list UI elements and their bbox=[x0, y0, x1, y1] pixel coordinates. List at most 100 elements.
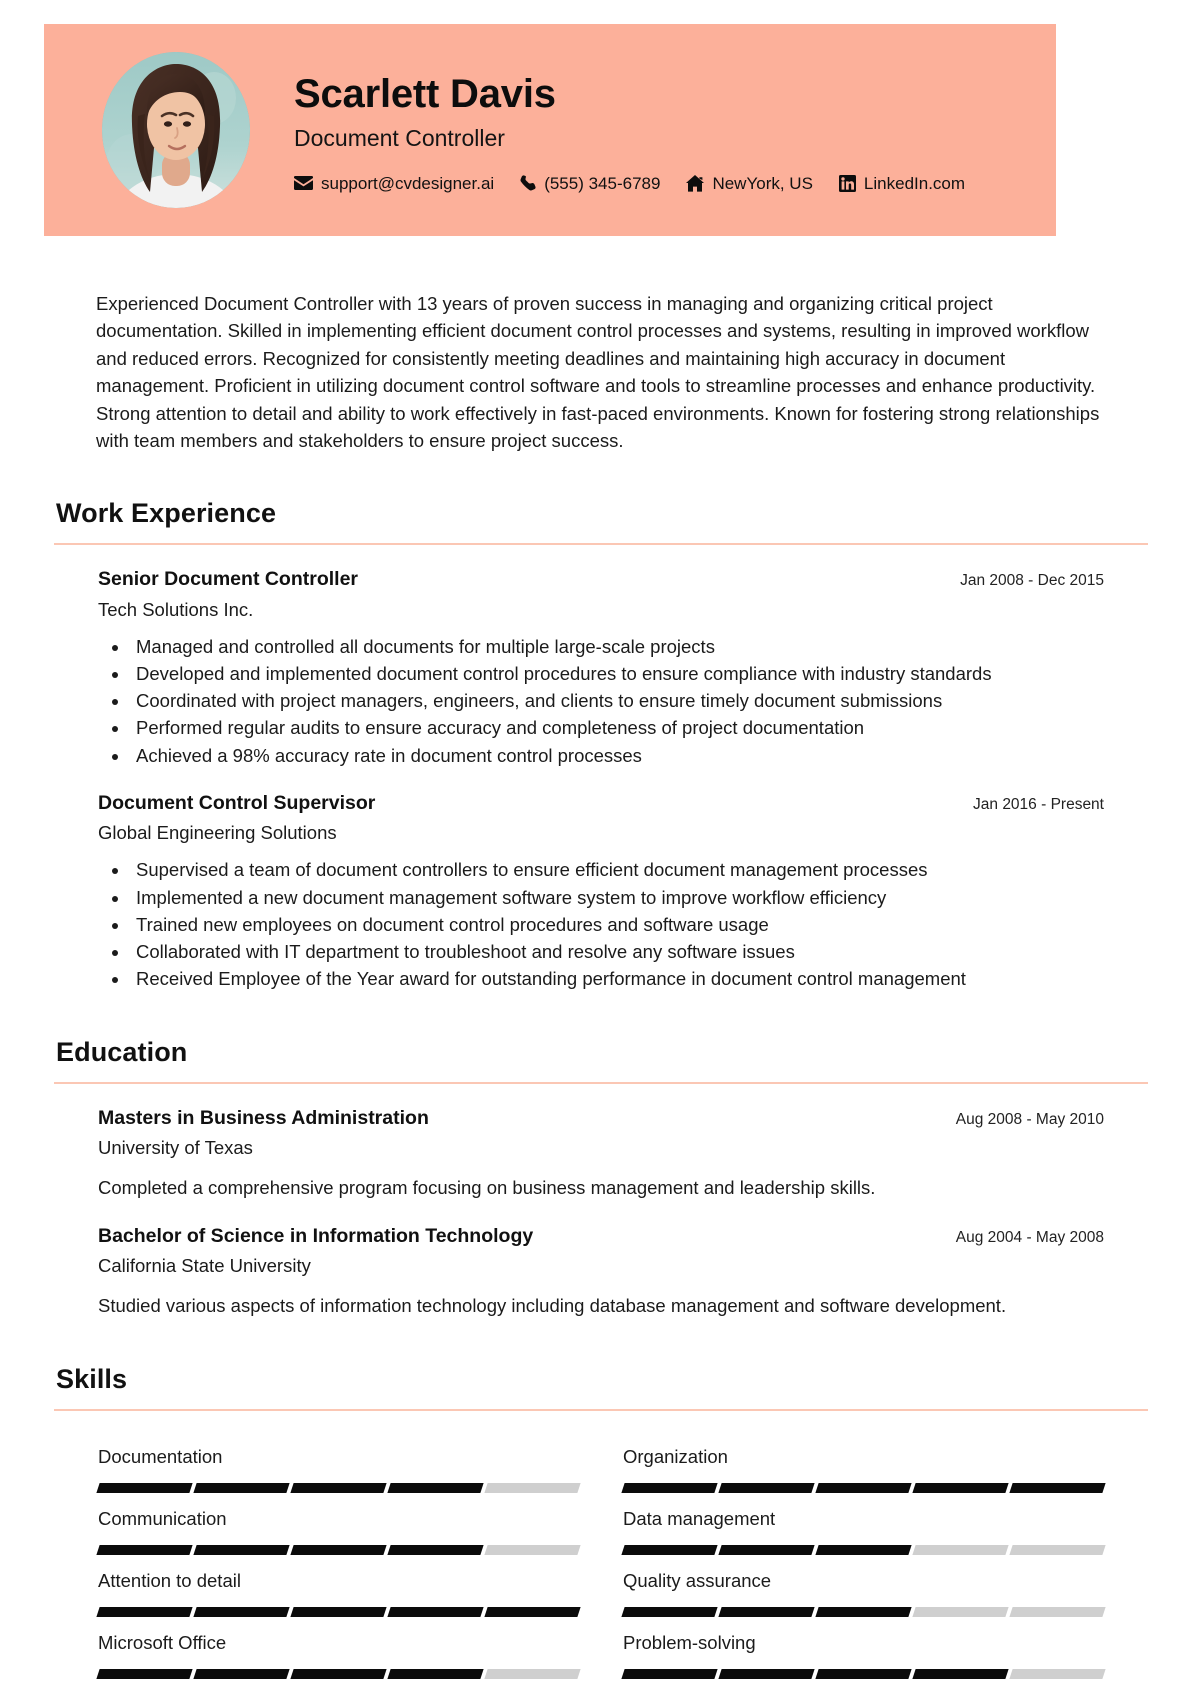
skill-item: Communication bbox=[96, 1493, 581, 1556]
work-entry-role: Senior Document Controller bbox=[98, 568, 359, 591]
resume-header: Scarlett Davis Document Controller suppo… bbox=[44, 24, 1056, 236]
education-entry-header: Masters in Business Administration Aug 2… bbox=[98, 1106, 1104, 1130]
skill-level-segment bbox=[718, 1607, 815, 1618]
work-entry-bullets: Managed and controlled all documents for… bbox=[98, 634, 1104, 769]
job-title: Document Controller bbox=[294, 125, 505, 152]
envelope-icon bbox=[294, 176, 313, 191]
skill-level-segment bbox=[290, 1669, 387, 1680]
skill-item: Data management bbox=[621, 1493, 1106, 1556]
skill-level-segment bbox=[815, 1483, 912, 1494]
work-entry: Senior Document Controller Jan 2008 - De… bbox=[54, 567, 1148, 769]
skill-level-segment bbox=[621, 1607, 718, 1618]
skill-level-segment bbox=[387, 1607, 484, 1618]
education-entry-description: Completed a comprehensive program focusi… bbox=[98, 1177, 876, 1199]
skill-level-segment bbox=[815, 1607, 912, 1618]
section-work-experience: Work Experience Senior Document Controll… bbox=[44, 498, 1156, 993]
contact-phone-label: (555) 345-6789 bbox=[544, 173, 661, 193]
skill-level-segment bbox=[815, 1669, 912, 1680]
skill-level-bar bbox=[621, 1545, 1106, 1556]
work-entry-bullets: Supervised a team of document controller… bbox=[98, 857, 1104, 992]
page-title: Scarlett Davis bbox=[294, 72, 556, 117]
work-entry-header: Document Control Supervisor Jan 2016 - P… bbox=[98, 791, 1104, 815]
home-icon bbox=[686, 174, 705, 192]
skill-level-segment bbox=[484, 1483, 581, 1494]
skill-level-segment bbox=[387, 1669, 484, 1680]
skill-name: Quality assurance bbox=[623, 1570, 772, 1592]
skill-level-segment bbox=[96, 1669, 193, 1680]
education-entry-date: Aug 2008 - May 2010 bbox=[955, 1110, 1104, 1128]
skill-level-bar bbox=[621, 1483, 1106, 1494]
education-entry-degree: Masters in Business Administration bbox=[98, 1106, 429, 1129]
skill-level-segment bbox=[1009, 1483, 1106, 1494]
work-entry-organization: Global Engineering Solutions bbox=[98, 822, 337, 844]
skill-name: Documentation bbox=[98, 1446, 223, 1468]
skill-level-segment bbox=[193, 1669, 290, 1680]
skill-level-segment bbox=[96, 1545, 193, 1556]
list-item: Coordinated with project managers, engin… bbox=[130, 688, 1104, 714]
list-item: Achieved a 98% accuracy rate in document… bbox=[130, 743, 1104, 769]
skills-grid: Documentation Organization Communication Da… bbox=[54, 1431, 1148, 1680]
skill-level-segment bbox=[96, 1607, 193, 1618]
contact-email[interactable]: support@cvdesigner.ai bbox=[294, 175, 494, 192]
linkedin-icon bbox=[838, 174, 856, 192]
skill-item: Microsoft Office bbox=[96, 1617, 581, 1680]
work-entry-role: Document Control Supervisor bbox=[98, 792, 376, 814]
education-entry-school: California State University bbox=[98, 1255, 311, 1277]
work-entry-header: Senior Document Controller Jan 2008 - De… bbox=[98, 567, 1104, 591]
skill-level-segment bbox=[621, 1545, 718, 1556]
skill-item: Quality assurance bbox=[621, 1555, 1106, 1618]
skill-name: Data management bbox=[623, 1508, 776, 1530]
skill-level-segment bbox=[387, 1545, 484, 1556]
contact-linkedin-label: LinkedIn.com bbox=[863, 173, 966, 193]
education-entry: Masters in Business Administration Aug 2… bbox=[54, 1106, 1148, 1202]
work-entry-date: Jan 2008 - Dec 2015 bbox=[960, 572, 1104, 590]
skill-level-bar bbox=[96, 1545, 581, 1556]
skill-item: Documentation bbox=[96, 1431, 581, 1494]
skill-name: Organization bbox=[623, 1446, 728, 1468]
list-item: Received Employee of the Year award for … bbox=[130, 966, 1104, 992]
skill-name: Attention to detail bbox=[98, 1570, 241, 1592]
skill-item: Organization bbox=[621, 1431, 1106, 1494]
list-item: Implemented a new document management so… bbox=[130, 885, 1104, 911]
contact-linkedin[interactable]: LinkedIn.com bbox=[838, 173, 966, 193]
skill-level-segment bbox=[1009, 1545, 1106, 1556]
header-text-block: Scarlett Davis Document Controller suppo… bbox=[294, 68, 1056, 193]
list-item: Trained new employees on document contro… bbox=[130, 912, 1104, 938]
work-entry-date: Jan 2016 - Present bbox=[973, 796, 1104, 813]
contact-row: support@cvdesigner.ai (555) 345-6789 New… bbox=[294, 173, 1056, 193]
skill-level-segment bbox=[718, 1545, 815, 1556]
skill-level-bar bbox=[621, 1607, 1106, 1618]
section-divider bbox=[54, 1409, 1148, 1412]
work-entry: Document Control Supervisor Jan 2016 - P… bbox=[54, 791, 1148, 993]
skill-level-segment bbox=[193, 1607, 290, 1618]
resume-page: Scarlett Davis Document Controller suppo… bbox=[0, 0, 1200, 1684]
list-item: Collaborated with IT department to troub… bbox=[130, 939, 1104, 965]
section-skills: Skills Documentation Organization Communic… bbox=[44, 1364, 1156, 1680]
section-divider bbox=[54, 543, 1148, 546]
skill-level-bar bbox=[621, 1669, 1106, 1680]
skill-level-segment bbox=[912, 1607, 1009, 1618]
list-item: Supervised a team of document controller… bbox=[130, 857, 1104, 883]
education-entry-school: University of Texas bbox=[98, 1137, 253, 1159]
education-entry: Bachelor of Science in Information Techn… bbox=[54, 1224, 1148, 1320]
contact-location-label: NewYork, US bbox=[712, 173, 813, 193]
skill-level-bar bbox=[96, 1669, 581, 1680]
skill-level-segment bbox=[484, 1669, 581, 1680]
education-entry-degree: Bachelor of Science in Information Techn… bbox=[98, 1224, 534, 1247]
contact-location[interactable]: NewYork, US bbox=[686, 173, 813, 193]
skill-level-bar bbox=[96, 1483, 581, 1494]
contact-email-label: support@cvdesigner.ai bbox=[321, 173, 495, 193]
skill-level-segment bbox=[621, 1483, 718, 1494]
list-item: Developed and implemented document contr… bbox=[130, 661, 1104, 687]
professional-summary: Experienced Document Controller with 13 … bbox=[96, 293, 1100, 451]
skill-level-segment bbox=[484, 1545, 581, 1556]
skill-level-segment bbox=[1009, 1607, 1106, 1618]
skill-level-segment bbox=[96, 1483, 193, 1494]
avatar-photo bbox=[102, 52, 250, 208]
contact-phone[interactable]: (555) 345-6789 bbox=[520, 175, 660, 192]
skill-item: Attention to detail bbox=[96, 1555, 581, 1618]
education-entry-date: Aug 2004 - May 2008 bbox=[955, 1228, 1104, 1246]
work-entry-organization: Tech Solutions Inc. bbox=[98, 598, 254, 620]
avatar bbox=[102, 52, 250, 208]
section-title-skills: Skills bbox=[56, 1364, 128, 1395]
